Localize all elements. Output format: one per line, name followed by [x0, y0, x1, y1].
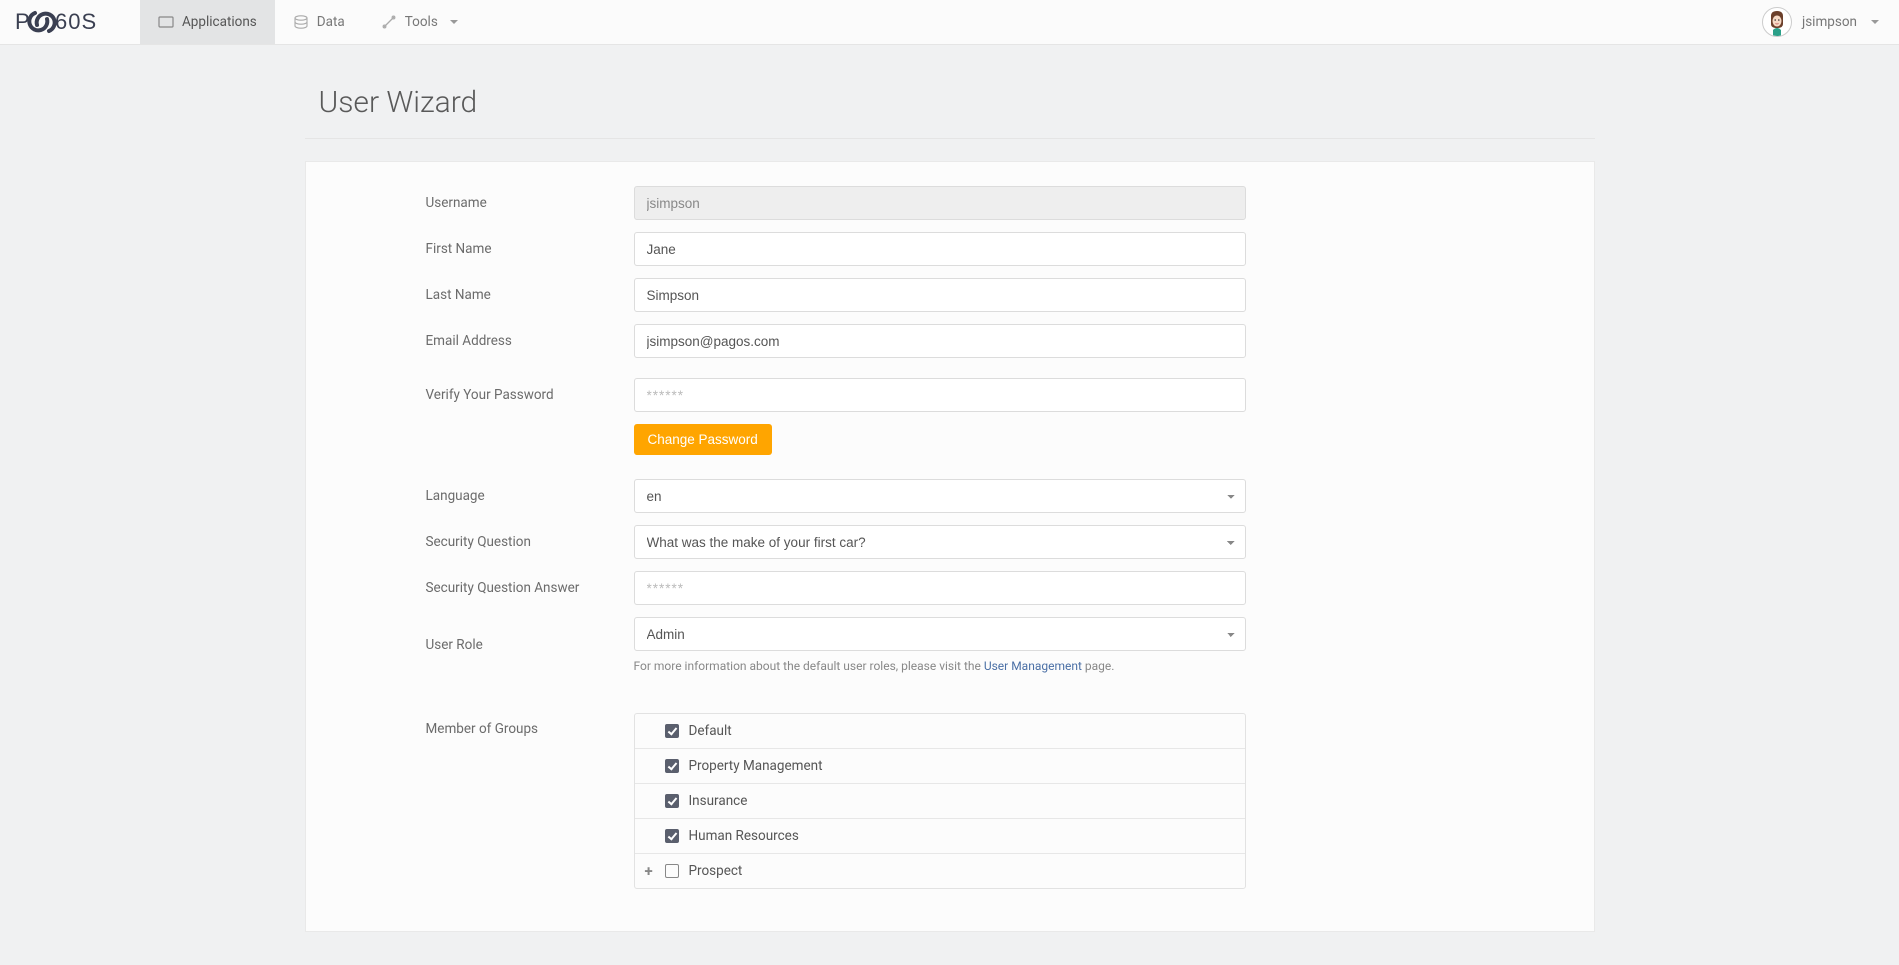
chevron-down-icon	[450, 20, 458, 24]
label-verify-password: Verify Your Password	[344, 387, 634, 403]
logo[interactable]: P 60S	[0, 9, 140, 35]
group-label: Default	[689, 723, 732, 739]
nav-data[interactable]: Data	[275, 0, 363, 44]
group-item[interactable]: Insurance	[635, 783, 1245, 818]
group-checkbox[interactable]	[665, 724, 679, 738]
group-item[interactable]: Human Resources	[635, 818, 1245, 853]
user-role-helptext: For more information about the default u…	[634, 659, 1246, 673]
user-role-select[interactable]: Admin	[634, 617, 1246, 651]
group-item[interactable]: + Prospect	[635, 853, 1245, 888]
nav-label: Tools	[405, 14, 438, 30]
username-input	[634, 186, 1246, 220]
group-checkbox[interactable]	[665, 759, 679, 773]
user-management-link[interactable]: User Management	[984, 659, 1082, 673]
label-security-answer: Security Question Answer	[344, 580, 634, 596]
last-name-input[interactable]	[634, 278, 1246, 312]
label-first-name: First Name	[344, 241, 634, 257]
first-name-input[interactable]	[634, 232, 1246, 266]
user-menu[interactable]: jsimpson	[1754, 7, 1887, 37]
database-icon	[293, 14, 309, 30]
tools-icon	[381, 14, 397, 30]
page: User Wizard Username First Name Last Nam…	[305, 45, 1595, 932]
language-select[interactable]: en	[634, 479, 1246, 513]
expand-icon[interactable]: +	[645, 862, 653, 880]
group-checkbox[interactable]	[665, 829, 679, 843]
group-label: Property Management	[689, 758, 823, 774]
change-password-button[interactable]: Change Password	[634, 424, 772, 455]
user-wizard-form: Username First Name Last Name Email Addr…	[305, 161, 1595, 932]
email-input[interactable]	[634, 324, 1246, 358]
avatar	[1762, 7, 1792, 37]
group-checkbox[interactable]	[665, 794, 679, 808]
verify-password-input[interactable]	[634, 378, 1246, 412]
group-label: Insurance	[689, 793, 748, 809]
topbar: P 60S Applications Data Tools	[0, 0, 1899, 45]
group-item[interactable]: Default	[635, 714, 1245, 748]
nav-label: Data	[317, 14, 345, 30]
label-member-of-groups: Member of Groups	[344, 713, 634, 737]
group-checkbox[interactable]	[665, 864, 679, 878]
chevron-down-icon	[1871, 20, 1879, 24]
applications-icon	[158, 14, 174, 30]
group-item[interactable]: Property Management	[635, 748, 1245, 783]
group-list: Default Property Management Insurance Human…	[634, 713, 1246, 889]
security-question-select[interactable]: What was the make of your first car?	[634, 525, 1246, 559]
label-last-name: Last Name	[344, 287, 634, 303]
page-title: User Wizard	[305, 85, 1595, 139]
nav-label: Applications	[182, 14, 257, 30]
label-language: Language	[344, 488, 634, 504]
svg-text:60S: 60S	[55, 9, 97, 34]
group-label: Prospect	[689, 863, 743, 879]
group-label: Human Resources	[689, 828, 799, 844]
nav-tools[interactable]: Tools	[363, 0, 476, 44]
label-email: Email Address	[344, 333, 634, 349]
label-username: Username	[344, 195, 634, 211]
user-name: jsimpson	[1802, 14, 1857, 30]
label-user-role: User Role	[344, 637, 634, 653]
label-security-question: Security Question	[344, 534, 634, 550]
nav: Applications Data Tools	[140, 0, 476, 44]
nav-applications[interactable]: Applications	[140, 0, 275, 44]
security-answer-input[interactable]	[634, 571, 1246, 605]
